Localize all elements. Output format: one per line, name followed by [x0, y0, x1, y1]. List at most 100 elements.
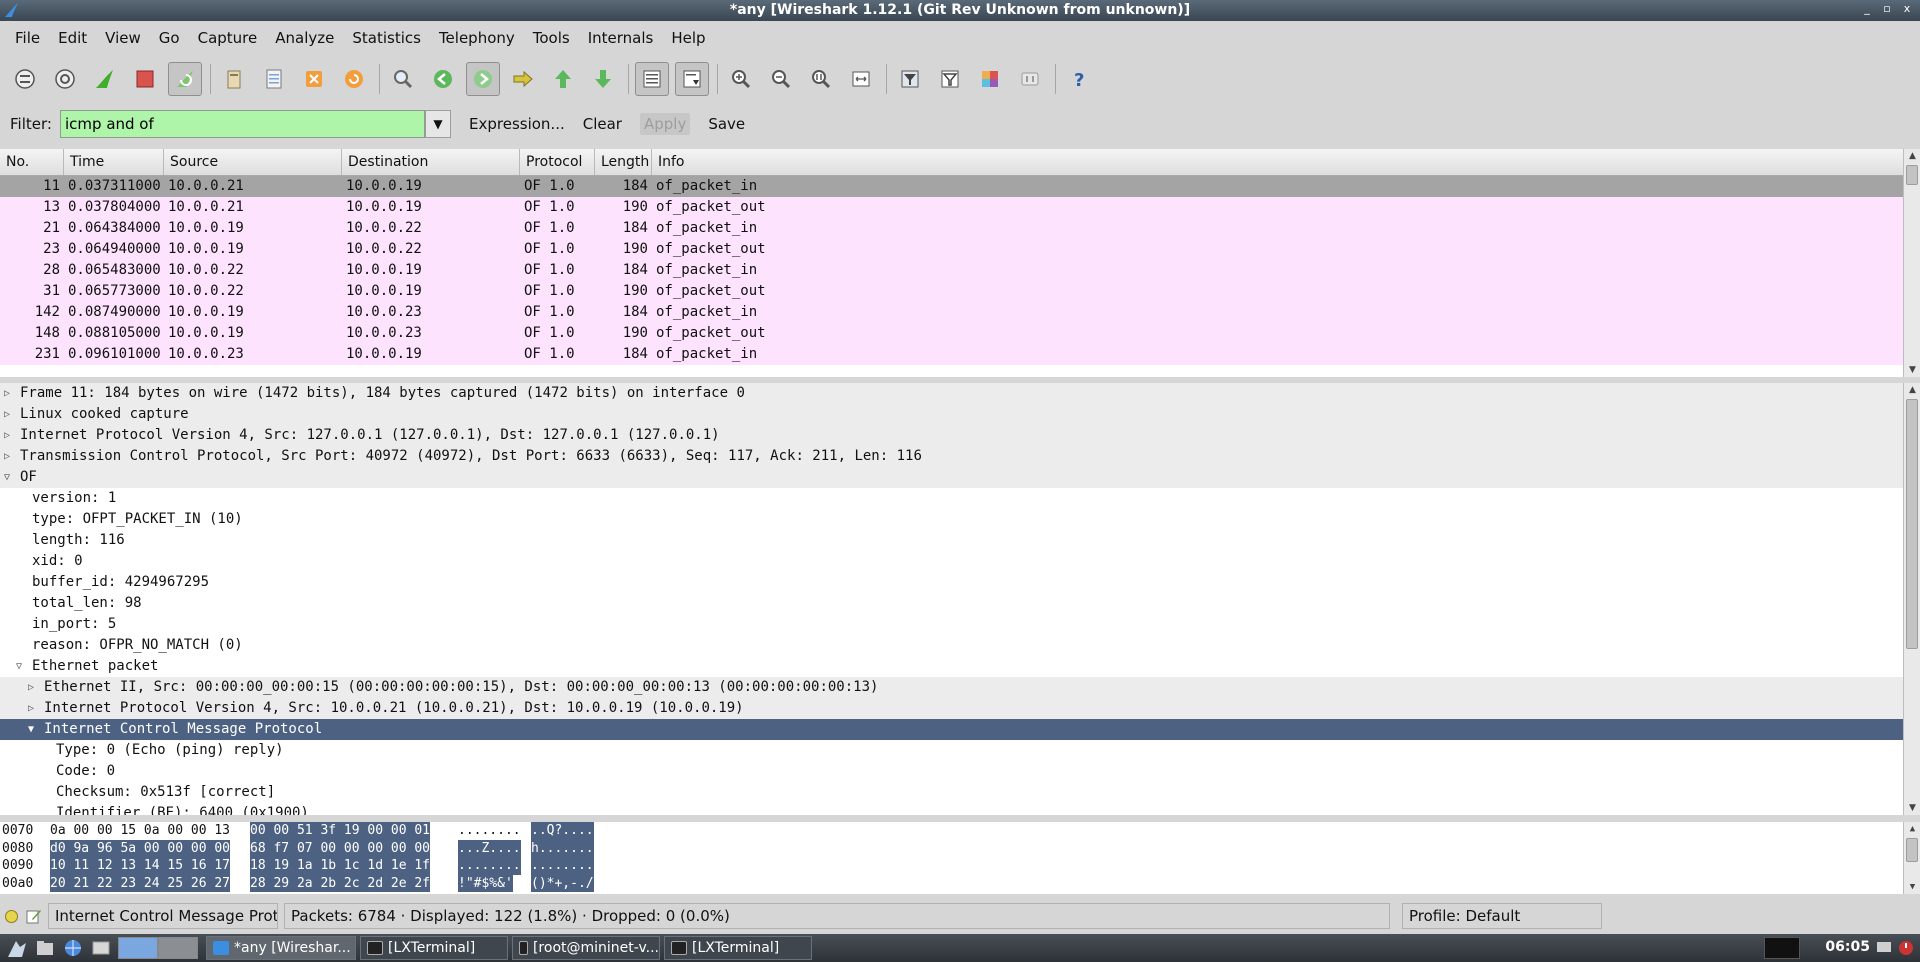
detail-tree-item[interactable]: buffer_id: 4294967295: [0, 572, 1920, 593]
menu-go[interactable]: Go: [150, 23, 189, 53]
scroll-up-icon[interactable]: ▲: [1904, 383, 1920, 397]
detail-tree-item[interactable]: length: 116: [0, 530, 1920, 551]
menu-telephony[interactable]: Telephony: [430, 23, 524, 53]
capture-options-button[interactable]: [48, 62, 82, 96]
taskbar-clock[interactable]: 06:05: [1825, 939, 1870, 955]
scroll-down-icon[interactable]: ▼: [1904, 801, 1920, 815]
expander-open-icon[interactable]: ▽: [16, 656, 28, 677]
expander-closed-icon[interactable]: ▷: [4, 446, 16, 467]
packet-row[interactable]: 31 0.065773000 10.0.0.22 10.0.0.19 OF 1.0 190…: [0, 281, 1920, 302]
zoom-out-button[interactable]: [764, 62, 798, 96]
column-header-source[interactable]: Source: [164, 149, 342, 175]
file-manager-icon[interactable]: [34, 937, 56, 959]
auto-scroll-button[interactable]: [675, 62, 709, 96]
desktop-pager-1[interactable]: [118, 937, 158, 959]
close-window-button[interactable]: x: [1900, 2, 1914, 15]
status-profile[interactable]: Profile: Default: [1402, 903, 1602, 929]
packet-row[interactable]: 142 0.087490000 10.0.0.19 10.0.0.23 OF 1.0 18…: [0, 302, 1920, 323]
packet-row[interactable]: 11 0.037311000 10.0.0.21 10.0.0.19 OF 1.0 184…: [0, 176, 1920, 197]
close-file-button[interactable]: [297, 62, 331, 96]
expander-closed-icon[interactable]: ▷: [4, 425, 16, 446]
detail-tree-item[interactable]: version: 1: [0, 488, 1920, 509]
menu-help[interactable]: Help: [662, 23, 714, 53]
scrollbar-thumb[interactable]: [1906, 399, 1918, 649]
web-browser-icon[interactable]: [62, 937, 84, 959]
detail-tree-item[interactable]: type: OFPT_PACKET_IN (10): [0, 509, 1920, 530]
start-capture-button[interactable]: [88, 62, 122, 96]
details-scrollbar[interactable]: ▲ ▼: [1903, 383, 1920, 815]
expander-closed-icon[interactable]: ▷: [28, 677, 40, 698]
menu-edit[interactable]: Edit: [49, 23, 96, 53]
display-filter-input[interactable]: [60, 110, 425, 138]
taskbar-task-lxterminal-2[interactable]: [LXTerminal]: [664, 936, 812, 960]
column-header-protocol[interactable]: Protocol: [520, 149, 595, 175]
display-filters-button[interactable]: [933, 62, 967, 96]
expert-info-led-icon[interactable]: [5, 909, 18, 923]
detail-tree-item[interactable]: ▷ Transmission Control Protocol, Src Port…: [0, 446, 1920, 467]
bytes-row[interactable]: 0070 0a 00 00 15 0a 00 00 13 00 00 51 3f 1…: [0, 822, 1920, 840]
go-back-button[interactable]: [426, 62, 460, 96]
menu-tools[interactable]: Tools: [524, 23, 579, 53]
show-desktop-icon[interactable]: [90, 937, 112, 959]
bytes-row[interactable]: 00a0 20 21 22 23 24 25 26 27 28 29 2a 2b 2…: [0, 874, 1920, 892]
resize-columns-button[interactable]: [844, 62, 878, 96]
open-file-button[interactable]: [217, 62, 251, 96]
expander-open-icon[interactable]: ▽: [4, 467, 16, 488]
filter-history-dropdown[interactable]: ▼: [425, 110, 451, 138]
menu-file[interactable]: File: [6, 23, 49, 53]
go-last-packet-button[interactable]: [586, 62, 620, 96]
column-header-time[interactable]: Time: [64, 149, 164, 175]
detail-tree-item[interactable]: ▼ Internet Control Message Protocol: [0, 719, 1920, 740]
detail-tree-item[interactable]: ▽ OF: [0, 467, 1920, 488]
detail-tree-item[interactable]: ▷ Linux cooked capture: [0, 404, 1920, 425]
menu-capture[interactable]: Capture: [189, 23, 267, 53]
colorize-packet-list-button[interactable]: [635, 62, 669, 96]
minimize-button[interactable]: _: [1860, 2, 1874, 15]
normal-size-button[interactable]: [804, 62, 838, 96]
preferences-button[interactable]: [1013, 62, 1047, 96]
save-filter-button[interactable]: Save: [708, 115, 745, 133]
bytes-scrollbar[interactable]: ▲ ▼: [1903, 822, 1920, 894]
menu-analyze[interactable]: Analyze: [266, 23, 343, 53]
interfaces-button[interactable]: [8, 62, 42, 96]
detail-tree-item[interactable]: ▷ Internet Protocol Version 4, Src: 127.0…: [0, 425, 1920, 446]
packet-row[interactable]: 28 0.065483000 10.0.0.22 10.0.0.19 OF 1.0 184…: [0, 260, 1920, 281]
taskbar-task-lxterminal-1[interactable]: [LXTerminal]: [360, 936, 508, 960]
start-menu-icon[interactable]: [6, 937, 28, 959]
go-first-packet-button[interactable]: [546, 62, 580, 96]
detail-tree-item[interactable]: Checksum: 0x513f [correct]: [0, 782, 1920, 803]
capture-filters-button[interactable]: [893, 62, 927, 96]
detail-tree-item[interactable]: Identifier (BE): 6400 (0x1900): [0, 803, 1920, 815]
go-to-packet-button[interactable]: [506, 62, 540, 96]
expander-closed-icon[interactable]: ▷: [28, 698, 40, 719]
bytes-row[interactable]: 0080 d0 9a 96 5a 00 00 00 00 68 f7 07 00 0…: [0, 839, 1920, 857]
expander-closed-icon[interactable]: ▷: [4, 404, 16, 425]
packet-row[interactable]: 21 0.064384000 10.0.0.19 10.0.0.22 OF 1.0 184…: [0, 218, 1920, 239]
bytes-row[interactable]: 0090 10 11 12 13 14 15 16 17 18 19 1a 1b 1…: [0, 857, 1920, 875]
column-header-destination[interactable]: Destination: [342, 149, 520, 175]
screen-lock-icon[interactable]: [1876, 940, 1892, 956]
menu-statistics[interactable]: Statistics: [343, 23, 430, 53]
detail-tree-item[interactable]: ▷ Ethernet II, Src: 00:00:00_00:00:15 (00…: [0, 677, 1920, 698]
packet-row[interactable]: 231 0.096101000 10.0.0.23 10.0.0.19 OF 1.0 18…: [0, 344, 1920, 365]
save-file-button[interactable]: [257, 62, 291, 96]
power-icon[interactable]: [1898, 940, 1914, 956]
column-header-no[interactable]: No.: [0, 149, 64, 175]
find-packet-button[interactable]: [386, 62, 420, 96]
expander-open-icon[interactable]: ▼: [28, 719, 40, 740]
expander-closed-icon[interactable]: ▷: [4, 383, 16, 404]
desktop-pager-2[interactable]: [158, 937, 198, 959]
scrollbar-thumb[interactable]: [1906, 165, 1918, 185]
apply-filter-button[interactable]: Apply: [639, 113, 691, 135]
go-forward-button[interactable]: [466, 62, 500, 96]
stop-capture-button[interactable]: [128, 62, 162, 96]
scrollbar-thumb[interactable]: [1906, 838, 1918, 862]
scroll-down-icon[interactable]: ▼: [1904, 363, 1920, 377]
coloring-rules-button[interactable]: [973, 62, 1007, 96]
capture-comment-icon[interactable]: [26, 908, 42, 924]
detail-tree-item[interactable]: ▷ Internet Protocol Version 4, Src: 10.0.…: [0, 698, 1920, 719]
menu-internals[interactable]: Internals: [579, 23, 663, 53]
detail-tree-item[interactable]: Type: 0 (Echo (ping) reply): [0, 740, 1920, 761]
packet-list-scrollbar[interactable]: ▲ ▼: [1903, 149, 1920, 377]
taskbar-task-root-mininet[interactable]: [root@mininet-v...: [512, 936, 660, 960]
